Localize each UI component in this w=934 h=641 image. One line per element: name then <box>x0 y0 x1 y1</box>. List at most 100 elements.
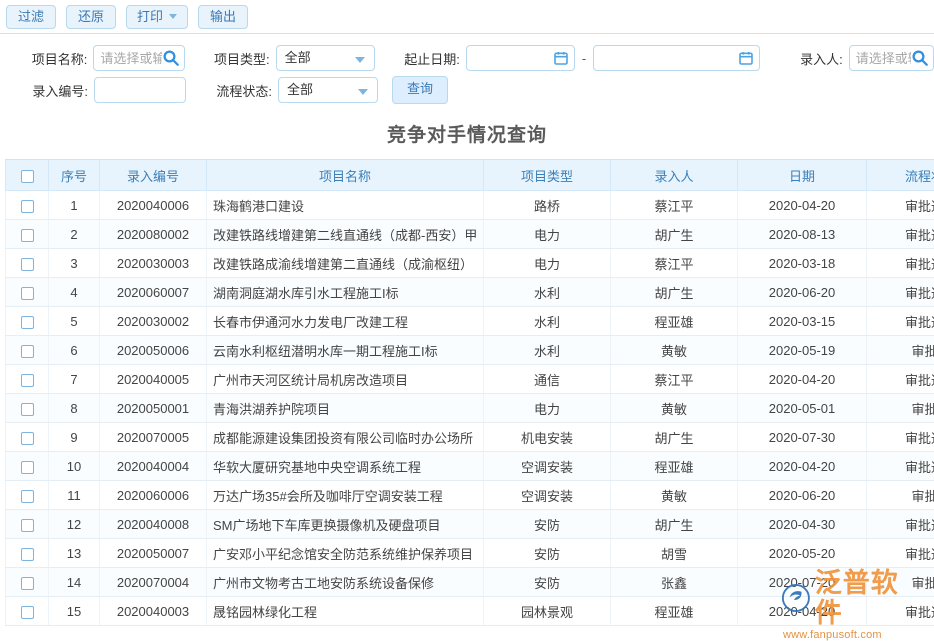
table-row[interactable]: 132020050007广安邓小平纪念馆安全防范系统维护保养项目安防胡雪2020… <box>6 539 934 568</box>
query-button[interactable]: 查询 <box>392 76 448 104</box>
filter-button[interactable]: 过滤 <box>6 5 56 29</box>
table-row[interactable]: 112020060006万达广场35#会所及咖啡厅空调安装工程空调安装黄敏202… <box>6 481 934 510</box>
row-project-name[interactable]: 广州市天河区统计局机房改造项目 <box>207 365 484 394</box>
row-project-name[interactable]: 改建铁路成渝线增建第二直通线（成渝枢纽） <box>207 249 484 278</box>
row-project-name[interactable]: SM广场地下车库更换摄像机及硬盘项目 <box>207 510 484 539</box>
table-row[interactable]: 22020080002改建铁路线增建第二线直通线（成都-西安）甲电力胡广生202… <box>6 220 934 249</box>
entry-no-input[interactable] <box>101 83 179 98</box>
row-checkbox[interactable] <box>21 548 34 561</box>
row-entry-no[interactable]: 2020030003 <box>100 249 207 278</box>
table-row[interactable]: 62020050006云南水利枢纽潜明水库一期工程施工I标水利黄敏2020-05… <box>6 336 934 365</box>
row-project-name[interactable]: 晟铭园林绿化工程 <box>207 597 484 626</box>
row-checkbox-cell[interactable] <box>6 481 49 510</box>
table-row[interactable]: 122020040008SM广场地下车库更换摄像机及硬盘项目安防胡广生2020-… <box>6 510 934 539</box>
row-project-name[interactable]: 广州市文物考古工地安防系统设备保修 <box>207 568 484 597</box>
date-end-field[interactable] <box>593 45 759 71</box>
table-row[interactable]: 82020050001青海洪湖养护院项目电力黄敏2020-05-01审批中 <box>6 394 934 423</box>
row-checkbox[interactable] <box>21 345 34 358</box>
table-row[interactable]: 12020040006珠海鹤港口建设路桥蔡江平2020-04-20审批通过 <box>6 191 934 220</box>
row-entry-no[interactable]: 2020060006 <box>100 481 207 510</box>
export-button[interactable]: 输出 <box>198 5 248 29</box>
row-checkbox[interactable] <box>21 374 34 387</box>
row-checkbox[interactable] <box>21 490 34 503</box>
row-entry-no[interactable]: 2020060007 <box>100 278 207 307</box>
row-checkbox-cell[interactable] <box>6 597 49 626</box>
header-project-name[interactable]: 项目名称 <box>207 160 484 191</box>
row-recorder[interactable]: 胡广生 <box>611 220 738 249</box>
row-entry-no[interactable]: 2020040006 <box>100 191 207 220</box>
row-entry-no[interactable]: 2020070004 <box>100 568 207 597</box>
row-project-name[interactable]: 青海洪湖养护院项目 <box>207 394 484 423</box>
row-checkbox[interactable] <box>21 403 34 416</box>
header-index[interactable]: 序号 <box>49 160 100 191</box>
row-recorder[interactable]: 黄敏 <box>611 481 738 510</box>
row-recorder[interactable]: 程亚雄 <box>611 452 738 481</box>
search-icon[interactable] <box>911 49 929 67</box>
row-checkbox[interactable] <box>21 432 34 445</box>
row-recorder[interactable]: 蔡江平 <box>611 365 738 394</box>
header-project-type[interactable]: 项目类型 <box>484 160 611 191</box>
row-project-name[interactable]: 改建铁路线增建第二线直通线（成都-西安）甲 <box>207 220 484 249</box>
print-button[interactable]: 打印 <box>126 5 188 29</box>
row-checkbox-cell[interactable] <box>6 423 49 452</box>
row-checkbox[interactable] <box>21 577 34 590</box>
row-entry-no[interactable]: 2020040003 <box>100 597 207 626</box>
row-recorder[interactable]: 胡广生 <box>611 278 738 307</box>
row-checkbox[interactable] <box>21 519 34 532</box>
calendar-icon[interactable] <box>738 50 754 66</box>
row-project-name[interactable]: 湖南洞庭湖水库引水工程施工I标 <box>207 278 484 307</box>
row-project-name[interactable]: 万达广场35#会所及咖啡厅空调安装工程 <box>207 481 484 510</box>
row-recorder[interactable]: 黄敏 <box>611 394 738 423</box>
row-project-name[interactable]: 珠海鹤港口建设 <box>207 191 484 220</box>
row-checkbox-cell[interactable] <box>6 249 49 278</box>
row-entry-no[interactable]: 2020050001 <box>100 394 207 423</box>
header-date[interactable]: 日期 <box>738 160 867 191</box>
row-entry-no[interactable]: 2020050007 <box>100 539 207 568</box>
row-entry-no[interactable]: 2020040008 <box>100 510 207 539</box>
row-checkbox-cell[interactable] <box>6 568 49 597</box>
row-checkbox-cell[interactable] <box>6 220 49 249</box>
flow-state-select[interactable]: 全部 <box>278 77 378 103</box>
restore-button[interactable]: 还原 <box>66 5 116 29</box>
recorder-field[interactable] <box>849 45 934 71</box>
row-entry-no[interactable]: 2020070005 <box>100 423 207 452</box>
row-checkbox-cell[interactable] <box>6 394 49 423</box>
row-checkbox[interactable] <box>21 606 34 619</box>
row-project-name[interactable]: 长春市伊通河水力发电厂改建工程 <box>207 307 484 336</box>
row-entry-no[interactable]: 2020030002 <box>100 307 207 336</box>
row-checkbox-cell[interactable] <box>6 452 49 481</box>
header-select-all[interactable] <box>6 160 49 191</box>
row-recorder[interactable]: 胡广生 <box>611 423 738 452</box>
row-project-name[interactable]: 云南水利枢纽潜明水库一期工程施工I标 <box>207 336 484 365</box>
row-checkbox[interactable] <box>21 461 34 474</box>
row-checkbox-cell[interactable] <box>6 191 49 220</box>
date-end-input[interactable] <box>600 51 752 66</box>
row-recorder[interactable]: 蔡江平 <box>611 249 738 278</box>
row-recorder[interactable]: 张鑫 <box>611 568 738 597</box>
row-checkbox-cell[interactable] <box>6 278 49 307</box>
row-recorder[interactable]: 胡雪 <box>611 539 738 568</box>
header-flow-state[interactable]: 流程状态 <box>867 160 934 191</box>
row-project-name[interactable]: 成都能源建设集团投资有限公司临时办公场所 <box>207 423 484 452</box>
table-row[interactable]: 32020030003改建铁路成渝线增建第二直通线（成渝枢纽）电力蔡江平2020… <box>6 249 934 278</box>
table-row[interactable]: 152020040003晟铭园林绿化工程园林景观程亚雄2020-04-20审批通… <box>6 597 934 626</box>
row-project-name[interactable]: 广安邓小平纪念馆安全防范系统维护保养项目 <box>207 539 484 568</box>
row-checkbox-cell[interactable] <box>6 510 49 539</box>
entry-no-field[interactable] <box>94 77 186 103</box>
row-checkbox[interactable] <box>21 258 34 271</box>
select-all-checkbox[interactable] <box>21 170 34 183</box>
row-recorder[interactable]: 蔡江平 <box>611 191 738 220</box>
row-checkbox[interactable] <box>21 229 34 242</box>
search-icon[interactable] <box>162 49 180 67</box>
header-recorder[interactable]: 录入人 <box>611 160 738 191</box>
header-entry-no[interactable]: 录入编号 <box>100 160 207 191</box>
row-checkbox[interactable] <box>21 316 34 329</box>
row-checkbox-cell[interactable] <box>6 307 49 336</box>
row-recorder[interactable]: 胡广生 <box>611 510 738 539</box>
row-project-name[interactable]: 华软大厦研究基地中央空调系统工程 <box>207 452 484 481</box>
table-row[interactable]: 72020040005广州市天河区统计局机房改造项目通信蔡江平2020-04-2… <box>6 365 934 394</box>
project-type-select[interactable]: 全部 <box>276 45 375 71</box>
table-row[interactable]: 142020070004广州市文物考古工地安防系统设备保修安防张鑫2020-07… <box>6 568 934 597</box>
table-row[interactable]: 52020030002长春市伊通河水力发电厂改建工程水利程亚雄2020-03-1… <box>6 307 934 336</box>
table-row[interactable]: 102020040004华软大厦研究基地中央空调系统工程空调安装程亚雄2020-… <box>6 452 934 481</box>
